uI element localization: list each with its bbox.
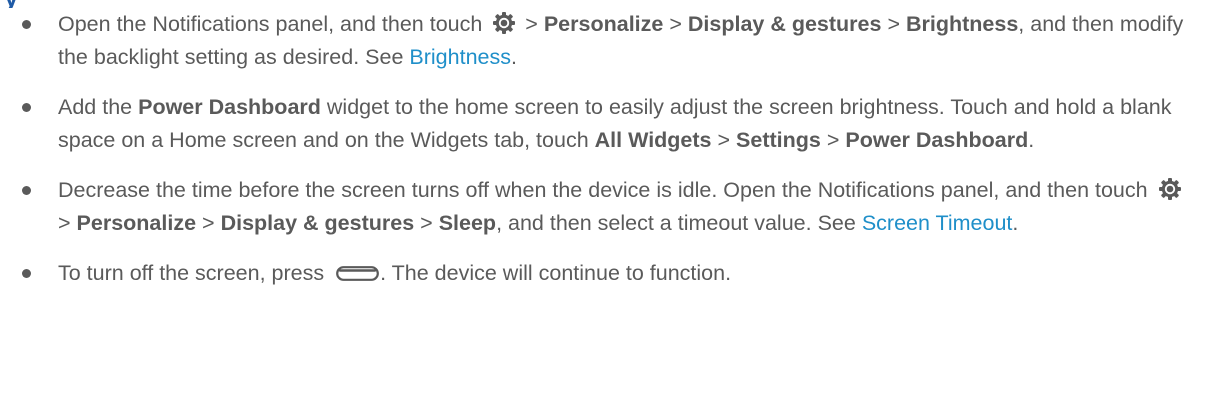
separator: >: [202, 211, 215, 235]
tip-item-power-key: To turn off the screen, press . The devi…: [0, 257, 1206, 290]
tip-text: .: [1028, 128, 1035, 152]
bullet: [22, 186, 31, 195]
screen-timeout-link[interactable]: Screen Timeout: [862, 211, 1013, 235]
brightness-link[interactable]: Brightness: [409, 45, 511, 69]
tip-text: .: [511, 45, 517, 69]
tip-text: Decrease the time before the screen turn…: [58, 178, 1148, 202]
tip-item-settings-brightness: Open the Notifications panel, and then t…: [0, 8, 1206, 74]
menu-personalize: Personalize: [543, 12, 664, 36]
separator: >: [887, 12, 900, 36]
tip-text: , and then select a timeout value. See: [496, 211, 856, 235]
separator: >: [58, 211, 71, 235]
menu-sleep: Sleep: [438, 211, 497, 235]
separator: >: [826, 128, 840, 152]
tip-text: Open the Notifications panel, and then t…: [58, 12, 483, 36]
separator: >: [669, 12, 682, 36]
menu-power-dashboard: Power Dashboard: [845, 128, 1029, 152]
menu-brightness: Brightness: [905, 12, 1019, 36]
section-heading-text: y: [0, 0, 400, 8]
menu-display-gestures: Display & gestures: [220, 211, 415, 235]
separator: >: [525, 12, 538, 36]
power-button-icon: [336, 266, 379, 281]
separator: >: [717, 128, 731, 152]
bullet: [22, 269, 31, 278]
tip-text: . The device will continue to function.: [380, 261, 732, 285]
tip-item-screen-timeout: Decrease the time before the screen turn…: [0, 174, 1206, 240]
menu-all-widgets: All Widgets: [594, 128, 712, 152]
section-heading-fragment: y: [0, 0, 400, 8]
bullet: [22, 103, 31, 112]
menu-settings: Settings: [736, 128, 821, 152]
bullet: [22, 20, 31, 29]
gear-icon: [493, 12, 516, 34]
gear-icon: [1158, 178, 1181, 200]
separator: >: [420, 211, 433, 235]
tips-list: Open the Notifications panel, and then t…: [0, 8, 1206, 307]
menu-personalize: Personalize: [76, 211, 197, 235]
widget-power-dashboard: Power Dashboard: [138, 95, 321, 119]
tip-text: To turn off the screen, press: [58, 261, 325, 285]
tip-text: Add the: [58, 95, 133, 119]
menu-display-gestures: Display & gestures: [687, 12, 882, 36]
tip-text: .: [1012, 211, 1019, 235]
tip-item-power-dashboard: Add the Power Dashboard widget to the ho…: [0, 91, 1206, 157]
